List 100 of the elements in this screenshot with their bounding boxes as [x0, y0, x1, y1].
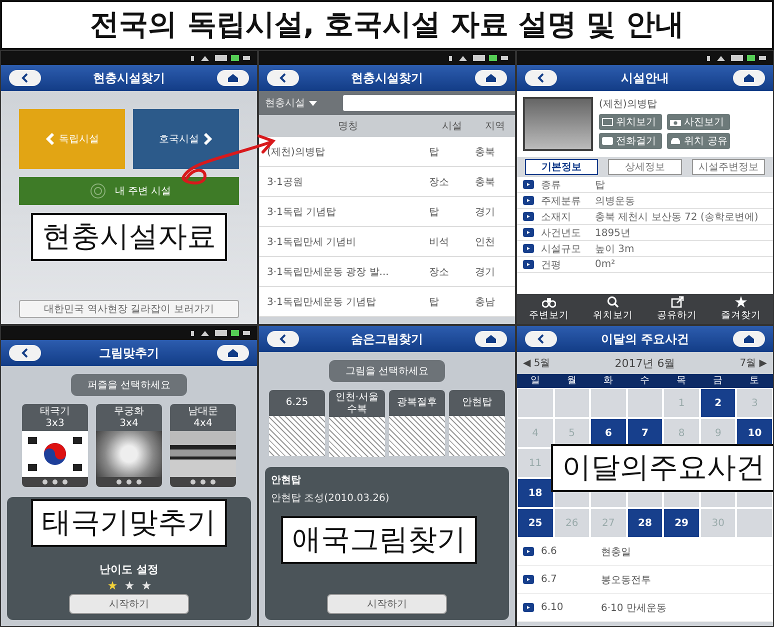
table-cell-text: 3·1독립 기념탑 [267, 206, 338, 218]
column-header: 시설 [441, 120, 463, 133]
calendar-day[interactable]: 25 [517, 508, 554, 538]
action-button[interactable]: 위치 공유 [667, 133, 730, 149]
puzzle-selector: 퍼즐을 선택하세요 [71, 374, 187, 396]
facility-tile[interactable]: 호국시설 [133, 109, 239, 169]
toolbar-button[interactable]: 즐겨찾기 [709, 294, 773, 324]
back-button[interactable] [9, 70, 41, 86]
event-date: 6.7 [541, 574, 558, 585]
back-button[interactable] [267, 331, 299, 347]
category-dropdown[interactable]: 현충시설 [265, 96, 337, 110]
weekday-label: 화 [602, 374, 614, 388]
figure-title: 전국의 독립시설, 호국시설 자료 설명 및 안내 [90, 6, 684, 43]
sketch-placeholder [329, 417, 385, 457]
star-icon [735, 296, 747, 308]
toolbar-button[interactable]: 위치보기 [581, 294, 645, 324]
screen-title: 시설안내 [621, 70, 669, 86]
star-icon [124, 581, 134, 590]
status-icons [707, 54, 767, 62]
rating-icon [114, 479, 144, 485]
info-tab[interactable]: 기본정보 [525, 159, 598, 175]
chevron-right-icon [203, 133, 213, 145]
table-cell-text: 충남 [475, 296, 496, 308]
home-button[interactable] [217, 70, 249, 86]
status-icons [191, 54, 251, 62]
screen-title: 이달의 주요사건 [600, 330, 690, 348]
home-button[interactable] [217, 345, 249, 361]
picture-card[interactable]: 안현탑 [449, 390, 505, 457]
home-button[interactable] [733, 331, 765, 347]
footer-link-button[interactable]: 대한민국 역사현장 길라잡이 보러가기 [19, 300, 239, 318]
back-button[interactable] [525, 70, 557, 86]
camera-icon [670, 118, 682, 126]
screen-title: 숨은그림찾기 [351, 330, 423, 348]
star-icon [108, 581, 116, 590]
info-title: 안현탑 [271, 474, 301, 487]
table-cell-text: 충북 [475, 176, 496, 188]
caption-label: 현충시설자료 [31, 213, 227, 261]
calendar-day[interactable]: 28 [626, 508, 664, 538]
home-button[interactable] [733, 70, 765, 86]
back-button[interactable] [9, 345, 41, 361]
column-header: 지역 [484, 120, 506, 133]
toolbar-button[interactable]: 주변보기 [517, 294, 581, 324]
picture-card[interactable]: 광복절후 [389, 390, 445, 457]
table-cell-text: 장소 [429, 176, 450, 188]
phone-icon [602, 137, 613, 145]
magnifier-icon [607, 296, 619, 308]
field-label: 사건년도 [541, 226, 582, 240]
caret-icon [309, 100, 317, 106]
calendar-day[interactable]: 18 [517, 478, 554, 508]
search-field[interactable] [343, 95, 515, 111]
puzzle-card[interactable]: 태극기 3x3 [22, 404, 88, 487]
next-month-button[interactable]: 7월 ▶ [740, 356, 767, 370]
table-cell-text: 충북 [475, 146, 496, 158]
info-text: 안현탑 조성(2010.03.26) [271, 492, 390, 505]
puzzle-card[interactable]: 남대문 4x4 [170, 404, 236, 487]
home-icon [485, 334, 497, 344]
info-tab[interactable]: 시설주변정보 [692, 159, 765, 175]
back-button[interactable] [267, 70, 299, 86]
action-button[interactable]: 사진보기 [667, 114, 730, 130]
calendar-day[interactable]: 2 [700, 388, 736, 418]
screen-title: 현충시설찾기 [93, 70, 165, 86]
back-button[interactable] [525, 331, 557, 347]
start-button[interactable]: 시작하기 [327, 594, 447, 614]
picture-card[interactable]: 인천·서울 수복 [329, 390, 385, 457]
start-button[interactable]: 시작하기 [69, 594, 189, 614]
field-label: 시설규모 [541, 242, 582, 256]
home-button[interactable] [475, 331, 507, 347]
table-cell-text: 3·1공원 [267, 176, 304, 188]
prev-month-button[interactable]: ◀ 5월 [523, 356, 550, 370]
table-cell-text: 경기 [475, 266, 496, 278]
puzzle-card[interactable]: 무궁화 3x4 [96, 404, 162, 487]
field-value: 충북 제천시 보산동 72 (송학로변에) [595, 210, 760, 224]
info-tab[interactable]: 상세정보 [608, 159, 682, 175]
action-button[interactable]: 전화걸기 [599, 133, 662, 149]
picture-selector: 그림을 선택하세요 [329, 360, 445, 382]
screen-title: 그림맞추기 [99, 344, 159, 362]
bullet-icon [523, 547, 534, 556]
flag-image [22, 431, 88, 477]
bullet-icon [523, 575, 534, 584]
nearby-tile[interactable]: 내 주변 시설 [19, 177, 239, 205]
weekday-label: 토 [748, 374, 761, 388]
map-icon [602, 118, 613, 126]
back-icon [279, 334, 287, 344]
binoculars-icon [542, 296, 556, 308]
event-date: 6.6 [541, 546, 558, 557]
picture-card[interactable]: 6.25 [269, 390, 325, 457]
home-button[interactable] [475, 70, 507, 86]
difficulty-stars[interactable] [108, 581, 150, 590]
photo-placeholder [170, 431, 236, 477]
toolbar-button[interactable]: 공유하기 [645, 294, 709, 324]
bullet-icon [523, 603, 534, 612]
table-cell-text: 3·1독립만세운동 광장 발... [267, 266, 390, 278]
back-icon [21, 73, 29, 83]
field-label: 주제분류 [541, 194, 582, 208]
table-cell-text: 경기 [475, 206, 496, 218]
event-name: 6·10 만세운동 [601, 602, 668, 614]
event-date: 6.10 [541, 602, 564, 613]
calendar-day[interactable]: 29 [663, 508, 700, 538]
action-button[interactable]: 위치보기 [599, 114, 662, 130]
photo-placeholder [96, 431, 162, 477]
